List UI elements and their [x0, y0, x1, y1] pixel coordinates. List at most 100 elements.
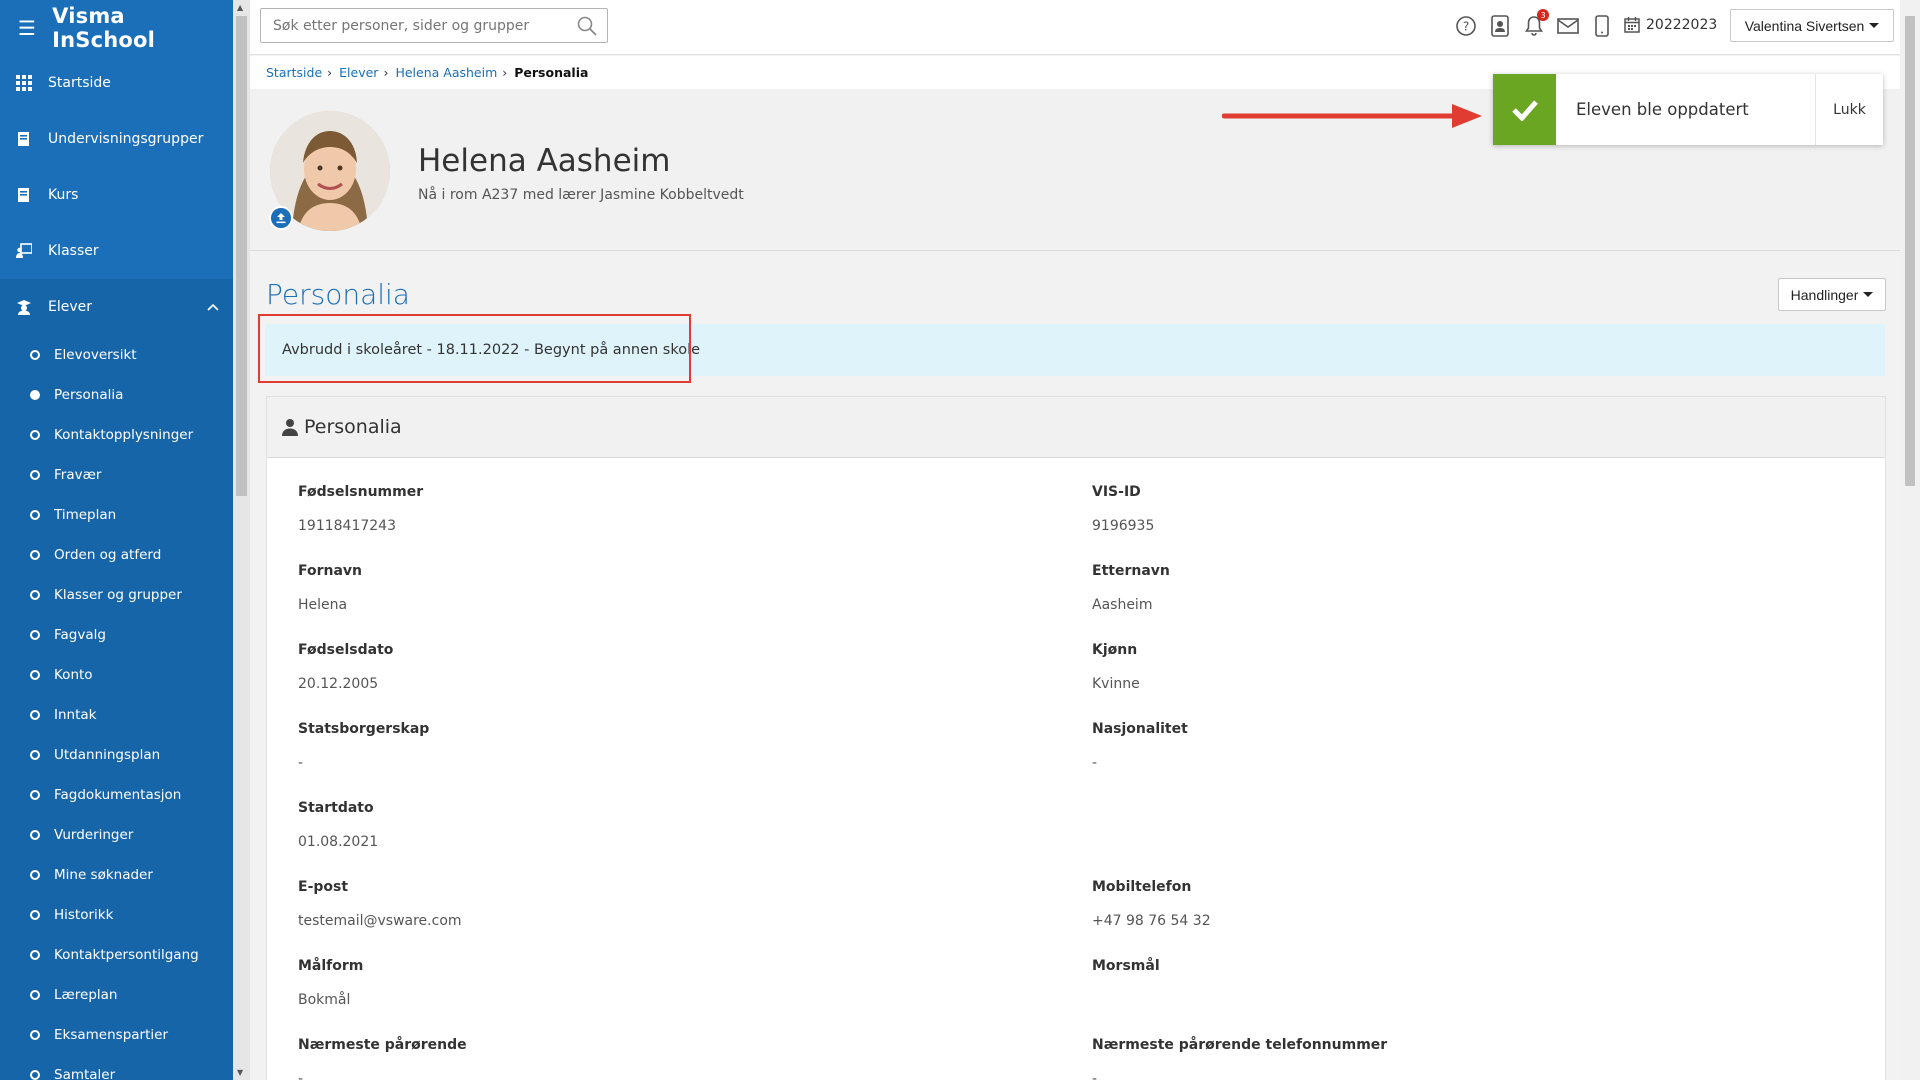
- field-malform: Målform Bokmål: [298, 958, 363, 1008]
- circle-icon: [30, 470, 40, 480]
- search-icon[interactable]: [577, 16, 597, 40]
- book-icon: [16, 131, 32, 147]
- field-value: -: [1092, 755, 1098, 771]
- submenu-item-historikk[interactable]: Historikk: [0, 895, 233, 935]
- field-etternavn: Etternavn Aasheim: [1092, 563, 1170, 613]
- sidebar-item-elever[interactable]: Elever: [0, 279, 233, 335]
- chevron-right-icon: ›: [327, 65, 333, 80]
- submenu-item-label: Personalia: [54, 387, 124, 403]
- circle-icon: [30, 350, 40, 360]
- field-label: Mobiltelefon: [1092, 879, 1192, 895]
- breadcrumb-link-startside[interactable]: Startside: [266, 65, 322, 80]
- submenu-item-inntak[interactable]: Inntak: [0, 695, 233, 735]
- notification-bell-icon[interactable]: 3: [1522, 9, 1549, 38]
- sidebar-item-kurs[interactable]: Kurs: [0, 167, 233, 223]
- upload-photo-icon[interactable]: [269, 206, 293, 230]
- sidebar-item-label: Undervisningsgrupper: [48, 131, 204, 147]
- contact-card-icon[interactable]: [1488, 14, 1512, 38]
- search-input[interactable]: [261, 9, 561, 42]
- field-label: VIS-ID: [1092, 484, 1141, 500]
- submenu-item-orden-og-atferd[interactable]: Orden og atferd: [0, 535, 233, 575]
- field-label: Målform: [298, 958, 364, 974]
- school-year-selector[interactable]: 20222023: [1624, 16, 1717, 33]
- svg-text:?: ?: [1463, 20, 1469, 34]
- circle-icon: [30, 750, 40, 760]
- circle-icon: [30, 870, 40, 880]
- submenu-item-kontaktpersontilgang[interactable]: Kontaktpersontilgang: [0, 935, 233, 975]
- circle-icon: [30, 670, 40, 680]
- circle-icon: [30, 1030, 40, 1040]
- field-label: Statsborgerskap: [298, 721, 430, 737]
- submenu-item-personalia[interactable]: Personalia: [0, 375, 233, 415]
- chevron-right-icon: ›: [383, 65, 389, 80]
- circle-icon: [30, 990, 40, 1000]
- field-value: 20.12.2005: [298, 676, 379, 692]
- sidebar-item-klasser[interactable]: Klasser: [0, 223, 233, 279]
- scrollbar-thumb[interactable]: [236, 16, 247, 496]
- circle-icon: [30, 910, 40, 920]
- field-naermeste-parorende: Nærmeste pårørende -: [298, 1037, 467, 1080]
- submenu-item-label: Læreplan: [54, 987, 118, 1003]
- submenu-item-utdanningsplan[interactable]: Utdanningsplan: [0, 735, 233, 775]
- field-label: E-post: [298, 879, 349, 895]
- panel-title: Personalia: [304, 416, 402, 438]
- circle-icon: [30, 550, 40, 560]
- toast-close-button[interactable]: Lukk: [1815, 74, 1883, 145]
- submenu-item-label: Fravær: [54, 467, 102, 483]
- submenu-item-label: Kontaktpersontilgang: [54, 947, 199, 963]
- user-menu-button[interactable]: Valentina Sivertsen: [1730, 9, 1894, 42]
- help-icon[interactable]: ?: [1454, 14, 1478, 38]
- elever-submenu: Elevoversikt Personalia Kontaktopplysnin…: [0, 335, 233, 1080]
- field-morsmal: Morsmål: [1092, 958, 1160, 992]
- caret-down-icon: [1869, 23, 1880, 28]
- submenu-item-label: Kontaktopplysninger: [54, 427, 194, 443]
- submenu-item-label: Konto: [54, 667, 93, 683]
- submenu-item-fagvalg[interactable]: Fagvalg: [0, 615, 233, 655]
- field-label: Morsmål: [1092, 958, 1160, 974]
- school-year-label: 20222023: [1646, 16, 1718, 33]
- chevron-up-icon[interactable]: [207, 299, 219, 315]
- submenu-item-konto[interactable]: Konto: [0, 655, 233, 695]
- field-fodselsnummer: Fødselsnummer 19118417243: [298, 484, 423, 534]
- submenu-item-label: Klasser og grupper: [54, 587, 182, 603]
- submenu-item-samtaler[interactable]: Samtaler: [0, 1055, 233, 1080]
- page-scrollbar[interactable]: [1900, 0, 1920, 1080]
- submenu-item-mine-soknader[interactable]: Mine søknader: [0, 855, 233, 895]
- breadcrumb-link-student[interactable]: Helena Aasheim: [395, 65, 497, 80]
- scroll-down-arrow-icon[interactable]: ▼: [237, 1068, 243, 1077]
- scrollbar-thumb[interactable]: [1905, 16, 1915, 486]
- sidebar-scrollbar[interactable]: ▲ ▼: [233, 0, 250, 1080]
- field-mobiltelefon: Mobiltelefon +47 98 76 54 32: [1092, 879, 1211, 929]
- field-value: -: [298, 755, 304, 771]
- sidebar-item-undervisningsgrupper[interactable]: Undervisningsgrupper: [0, 111, 233, 167]
- circle-icon: [30, 790, 40, 800]
- mail-icon[interactable]: [1556, 14, 1580, 38]
- field-vis-id: VIS-ID 9196935: [1092, 484, 1154, 534]
- submenu-item-laereplan[interactable]: Læreplan: [0, 975, 233, 1015]
- submenu-item-klasser-og-grupper[interactable]: Klasser og grupper: [0, 575, 233, 615]
- breadcrumb-link-elever[interactable]: Elever: [339, 65, 378, 80]
- mobile-phone-icon[interactable]: [1590, 14, 1614, 38]
- field-value: 9196935: [1092, 518, 1155, 534]
- panel-header: Personalia: [267, 397, 1885, 458]
- submenu-item-vurderinger[interactable]: Vurderinger: [0, 815, 233, 855]
- submenu-item-elevoversikt[interactable]: Elevoversikt: [0, 335, 233, 375]
- submenu-item-fravaer[interactable]: Fravær: [0, 455, 233, 495]
- submenu-item-label: Historikk: [54, 907, 114, 923]
- submenu-item-timeplan[interactable]: Timeplan: [0, 495, 233, 535]
- submenu-item-kontaktopplysninger[interactable]: Kontaktopplysninger: [0, 415, 233, 455]
- actions-dropdown-button[interactable]: Handlinger: [1778, 278, 1886, 311]
- circle-icon: [30, 630, 40, 640]
- field-value: testemail@vsware.com: [298, 913, 462, 929]
- submenu-item-label: Fagvalg: [54, 627, 106, 643]
- circle-icon: [30, 950, 40, 960]
- breadcrumb-current: Personalia: [514, 65, 589, 80]
- field-value: -: [298, 1071, 304, 1080]
- hamburger-menu-icon[interactable]: ☰: [18, 16, 36, 40]
- submenu-item-fagdokumentasjon[interactable]: Fagdokumentasjon: [0, 775, 233, 815]
- submenu-item-eksamenspartier[interactable]: Eksamenspartier: [0, 1015, 233, 1055]
- app-title: Visma InSchool: [52, 3, 156, 52]
- scroll-up-arrow-icon[interactable]: ▲: [237, 3, 243, 12]
- field-nasjonalitet: Nasjonalitet -: [1092, 721, 1188, 771]
- sidebar-item-startside[interactable]: Startside: [0, 55, 233, 111]
